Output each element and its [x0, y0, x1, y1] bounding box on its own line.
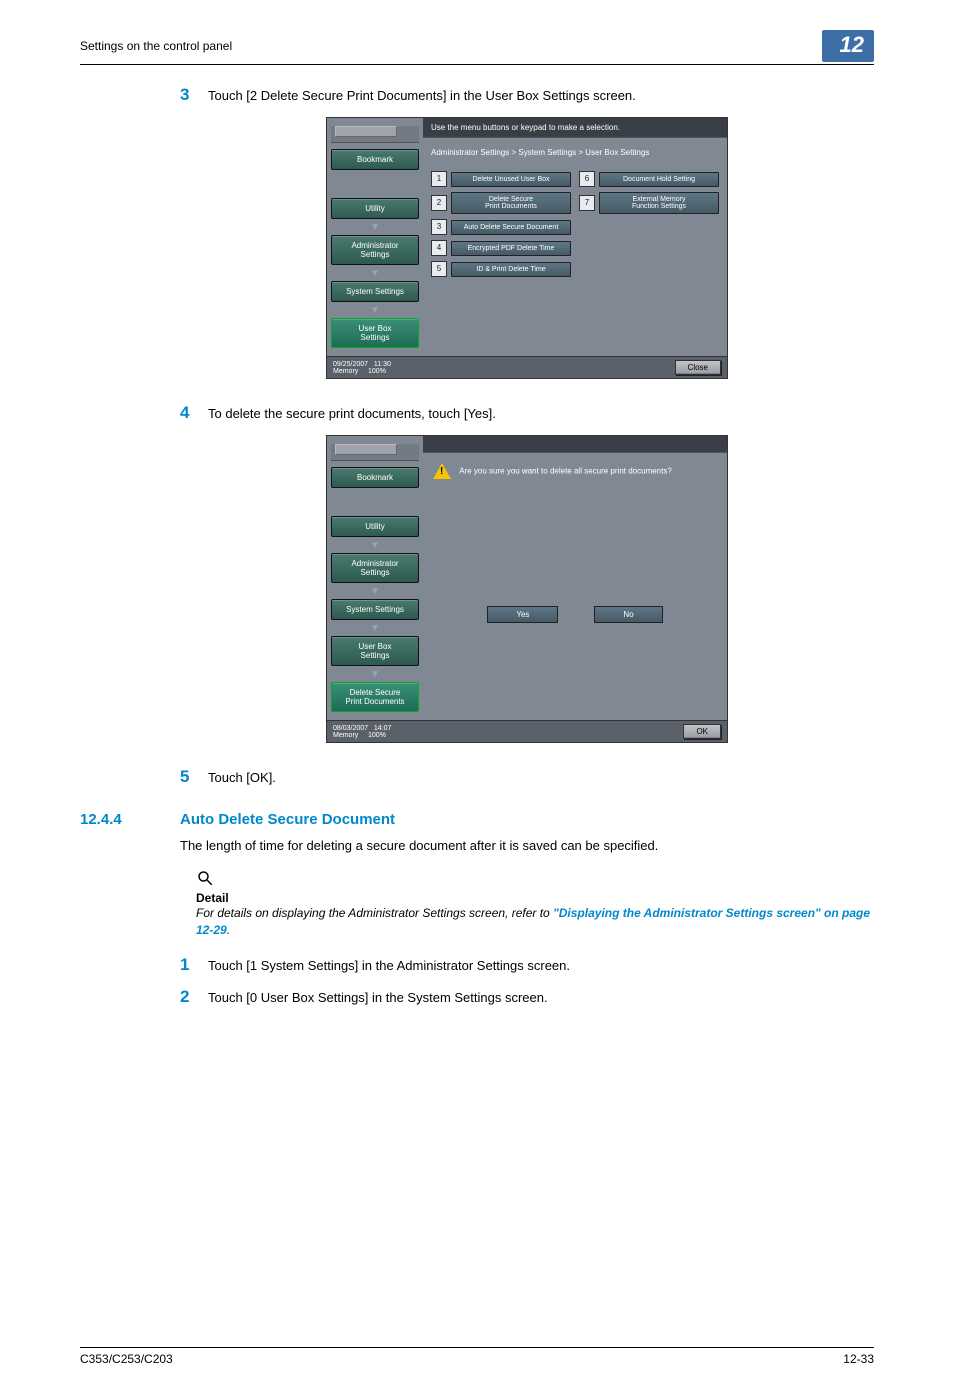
section-title: Auto Delete Secure Document: [180, 811, 395, 828]
user-box-settings-screen: Bookmark Utility ▼ Administrator Setting…: [326, 117, 728, 379]
proc-step-2: 2 Touch [0 User Box Settings] in the Sys…: [180, 987, 874, 1007]
menu-document-hold-setting[interactable]: Document Hold Setting: [599, 172, 719, 187]
sidebar-admin-settings[interactable]: Administrator Settings: [331, 235, 419, 265]
sidebar-delete-secure-print-documents[interactable]: Delete Secure Print Documents: [331, 682, 419, 712]
step-text: To delete the secure print documents, to…: [208, 403, 496, 421]
step-text: Touch [2 Delete Secure Print Documents] …: [208, 85, 636, 103]
menu-auto-delete-secure-document[interactable]: Auto Delete Secure Document: [451, 220, 571, 235]
running-head: Settings on the control panel: [80, 39, 232, 53]
detail-text: For details on displaying the Administra…: [196, 905, 874, 939]
menu-delete-secure-print-documents[interactable]: Delete Secure Print Documents: [451, 192, 571, 214]
status-left: 08/03/2007 14:07 Memory 100%: [333, 725, 391, 739]
step-number: 4: [180, 403, 208, 423]
no-button[interactable]: No: [594, 606, 662, 623]
step-text: Touch [1 System Settings] in the Adminis…: [208, 955, 570, 973]
sidebar-system-settings[interactable]: System Settings: [331, 281, 419, 302]
sidebar-utility[interactable]: Utility: [331, 516, 419, 537]
instruction-bar: Use the menu buttons or keypad to make a…: [423, 118, 727, 138]
section-number: 12.4.4: [80, 811, 180, 828]
menu-delete-unused-user-box[interactable]: Delete Unused User Box: [451, 172, 571, 187]
chevron-down-icon: ▼: [331, 269, 419, 279]
chevron-down-icon: ▼: [331, 223, 419, 233]
step-3: 3 Touch [2 Delete Secure Print Documents…: [180, 85, 874, 105]
step-number: 1: [180, 955, 208, 975]
sidebar-user-box-settings[interactable]: User Box Settings: [331, 636, 419, 666]
menu-encrypted-pdf-delete-time[interactable]: Encrypted PDF Delete Time: [451, 241, 571, 256]
section-heading: 12.4.4 Auto Delete Secure Document: [80, 811, 874, 828]
chevron-down-icon: ▼: [331, 587, 419, 597]
chevron-down-icon: ▼: [331, 624, 419, 634]
sidebar-utility[interactable]: Utility: [331, 198, 419, 219]
breadcrumb: Administrator Settings > System Settings…: [423, 138, 727, 167]
step-text: Touch [0 User Box Settings] in the Syste…: [208, 987, 548, 1005]
magnifier-icon: [196, 869, 214, 887]
chevron-down-icon: ▼: [331, 670, 419, 680]
sidebar-system-settings[interactable]: System Settings: [331, 599, 419, 620]
yes-button[interactable]: Yes: [487, 606, 558, 623]
warning-icon: [433, 463, 451, 479]
menu-id-print-delete-time[interactable]: ID & Print Delete Time: [451, 262, 571, 277]
footer-page-number: 12-33: [843, 1352, 874, 1366]
chevron-down-icon: ▼: [331, 306, 419, 316]
sidebar-user-box-settings[interactable]: User Box Settings: [331, 318, 419, 348]
confirm-message: Are you sure you want to delete all secu…: [459, 467, 672, 476]
footer-model: C353/C253/C203: [80, 1352, 173, 1366]
step-number: 5: [180, 767, 208, 787]
menu-external-memory-function-settings[interactable]: External Memory Function Settings: [599, 192, 719, 214]
step-4: 4 To delete the secure print documents, …: [180, 403, 874, 423]
step-text: Touch [OK].: [208, 767, 276, 785]
ok-button[interactable]: OK: [683, 724, 721, 739]
sidebar-admin-settings[interactable]: Administrator Settings: [331, 553, 419, 583]
bookmark-tab[interactable]: Bookmark: [331, 149, 419, 170]
step-number: 3: [180, 85, 208, 105]
step-number: 2: [180, 987, 208, 1007]
status-left: 09/25/2007 11:30 Memory 100%: [333, 361, 391, 375]
delete-confirm-screen: Bookmark Utility ▼ Administrator Setting…: [326, 435, 728, 743]
proc-step-1: 1 Touch [1 System Settings] in the Admin…: [180, 955, 874, 975]
step-5: 5 Touch [OK].: [180, 767, 874, 787]
bookmark-tab[interactable]: Bookmark: [331, 467, 419, 488]
chevron-down-icon: ▼: [331, 541, 419, 551]
section-intro: The length of time for deleting a secure…: [180, 838, 874, 853]
detail-label: Detail: [196, 891, 874, 905]
close-button[interactable]: Close: [675, 360, 721, 375]
chapter-number-badge: 12: [822, 30, 874, 62]
